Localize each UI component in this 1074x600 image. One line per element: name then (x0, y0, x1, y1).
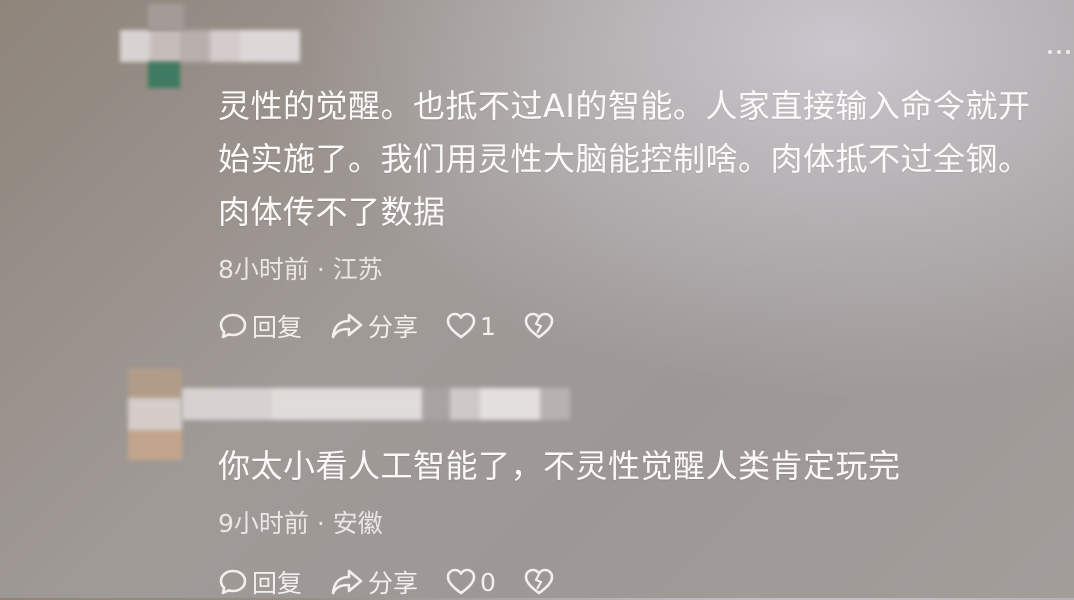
avatar-blurred[interactable] (148, 4, 184, 88)
reply-button[interactable]: 回复 (218, 308, 302, 344)
share-icon (331, 569, 363, 595)
share-label: 分享 (368, 569, 419, 598)
reply-button[interactable]: 回复 (218, 564, 302, 600)
dislike-heart-icon (524, 568, 554, 595)
reply-icon (219, 569, 247, 595)
comment-location: 江苏 (332, 255, 383, 284)
share-button[interactable]: 分享 (330, 564, 418, 600)
like-heart-icon (446, 312, 476, 339)
reply-label: 回复 (252, 569, 303, 598)
comment-time: 8小时前 (218, 255, 309, 284)
share-icon (331, 313, 363, 339)
comment-location: 安徽 (332, 509, 383, 538)
comment-actions: 回复 分享 1 (218, 308, 586, 344)
meta-separator: · (308, 509, 333, 538)
like-count: 0 (480, 567, 496, 597)
comment-text-line: 你太小看人工智能了，不灵性觉醒人类肯定玩完 (218, 447, 901, 485)
share-label: 分享 (368, 313, 419, 342)
avatar-blurred[interactable] (128, 368, 182, 460)
comment-text-line: 灵性的觉醒。也抵不过AI的智能。人家直接输入命令就开 (218, 87, 1031, 125)
comment-text-line: 始实施了。我们用灵性大脑能控制啥。肉体抵不过全钢。 (218, 140, 1031, 178)
dislike-heart-icon (524, 312, 554, 339)
comment-item: 灵性的觉醒。也抵不过AI的智能。人家直接输入命令就开 始实施了。我们用灵性大脑能… (0, 0, 1074, 360)
comment-item: 你太小看人工智能了，不灵性觉醒人类肯定玩完 9小时前 · 安徽 回复 分享 0 (0, 360, 1074, 598)
comment-actions: 回复 分享 0 (218, 564, 586, 600)
comment-text-line: 肉体传不了数据 (218, 193, 446, 231)
like-heart-icon (446, 568, 476, 595)
dislike-button[interactable] (524, 312, 558, 340)
comment-time: 9小时前 (218, 509, 309, 538)
reply-label: 回复 (252, 313, 303, 342)
reply-icon (219, 313, 247, 339)
share-button[interactable]: 分享 (330, 308, 418, 344)
more-icon[interactable] (1048, 50, 1070, 54)
like-count: 1 (480, 311, 496, 341)
username-blurred[interactable] (120, 30, 300, 62)
like-button[interactable]: 0 (446, 568, 496, 597)
dislike-button[interactable] (524, 568, 558, 596)
comment-meta: 9小时前 · 安徽 (218, 504, 383, 540)
like-button[interactable]: 1 (446, 312, 496, 341)
username-blurred[interactable] (182, 388, 570, 420)
comment-meta: 8小时前 · 江苏 (218, 250, 383, 286)
meta-separator: · (308, 255, 333, 284)
